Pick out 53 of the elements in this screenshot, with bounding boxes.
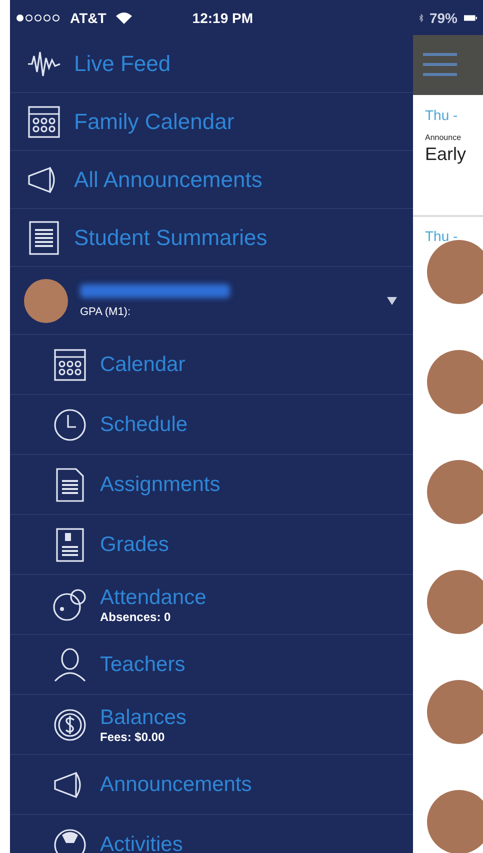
student-menu-item[interactable]: Attendance Absences: 0 <box>10 575 413 635</box>
person-icon <box>52 646 88 682</box>
menu-item-label: Live Feed <box>74 50 171 76</box>
date-header: Thu - <box>424 227 459 244</box>
menu-item[interactable]: Family Calendar <box>10 93 413 151</box>
menu-item-label: Balances <box>100 706 186 730</box>
gpa-label: GPA (M1): <box>80 306 132 318</box>
menu-item-label: All Announcements <box>74 166 262 192</box>
menu-item-label: Assignments <box>100 472 220 496</box>
menu-item-subtitle: Absences: 0 <box>100 610 172 624</box>
menu-item-label: Calendar <box>100 352 186 376</box>
menu-item-subtitle: Fees: $0.00 <box>100 730 166 744</box>
menu-item-label: Student Summaries <box>74 224 268 250</box>
signal-icon <box>16 14 60 22</box>
student-row[interactable]: GPA (M1): <box>10 267 413 335</box>
carrier-text: AT&T <box>70 10 106 26</box>
student-menu-item[interactable]: Assignments <box>10 455 413 515</box>
calendar-icon <box>26 104 62 140</box>
clock-text: 12:19 PM <box>192 10 253 26</box>
avatar-circle <box>427 680 483 744</box>
avatar-circle <box>427 790 483 853</box>
clock-icon <box>52 406 88 442</box>
menu-item[interactable]: Live Feed <box>10 35 413 93</box>
battery-text: 79% <box>429 10 458 26</box>
menu-item-label: Attendance <box>100 586 206 610</box>
menu-icon[interactable] <box>423 52 457 78</box>
avatar-circle <box>24 278 68 322</box>
student-menu-item[interactable]: Announcements <box>10 755 413 815</box>
student-menu-item[interactable]: Grades <box>10 515 413 575</box>
avatar-circle <box>427 570 483 634</box>
category-label: Announce <box>424 132 462 142</box>
menu-item-label: Teachers <box>100 652 186 676</box>
attendance-icon <box>52 586 88 622</box>
student-menu-item[interactable]: Balances Fees: $0.00 <box>10 695 413 755</box>
list-icon <box>26 220 62 256</box>
menu-item[interactable]: All Announcements <box>10 151 413 209</box>
dollar-icon <box>52 706 88 742</box>
avatar-circle <box>427 350 483 414</box>
menu-item-label: Family Calendar <box>74 108 234 134</box>
student-menu-item[interactable]: Schedule <box>10 395 413 455</box>
wifi-icon <box>116 12 132 24</box>
menu-item-label: Announcements <box>100 772 252 796</box>
post-title: Early <box>424 143 468 165</box>
menu-item-label: Activities <box>100 832 183 853</box>
calendar-icon <box>52 346 88 382</box>
menu-item-label: Grades <box>100 532 169 556</box>
student-menu-item[interactable]: Calendar <box>10 335 413 395</box>
menu-item[interactable]: Student Summaries <box>10 209 413 267</box>
avatar-circle <box>427 240 483 304</box>
student-menu-item[interactable]: Teachers <box>10 635 413 695</box>
avatar-circle <box>427 460 483 524</box>
date-header: Thu - <box>424 106 459 123</box>
menu-item-label: Schedule <box>100 412 188 436</box>
